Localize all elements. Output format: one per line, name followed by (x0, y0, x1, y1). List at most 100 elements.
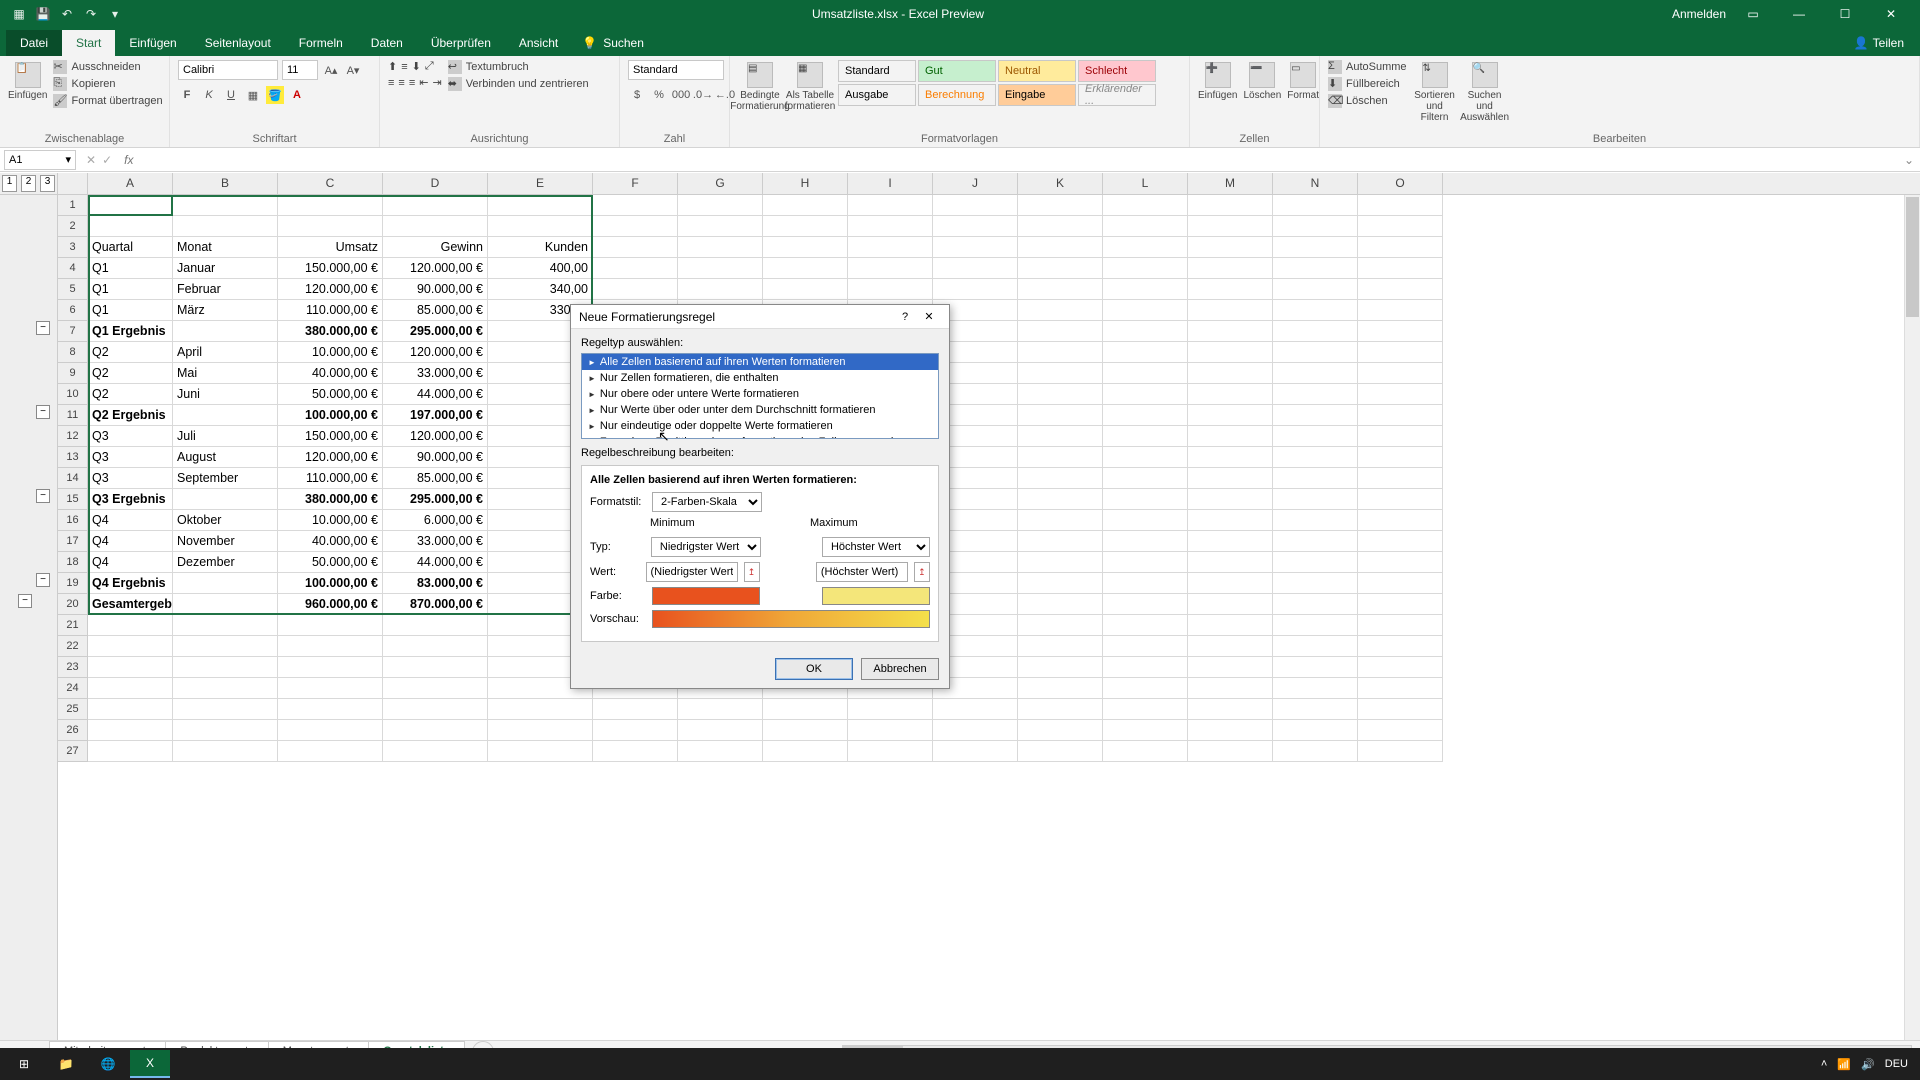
cell[interactable] (763, 741, 848, 762)
align-right-icon[interactable]: ≡ (409, 76, 415, 89)
cancel-button[interactable]: Abbrechen (861, 658, 939, 680)
cell[interactable] (1018, 489, 1103, 510)
cell[interactable] (173, 615, 278, 636)
cell[interactable] (1188, 258, 1273, 279)
cell[interactable]: Q3 (88, 447, 173, 468)
cell[interactable] (173, 741, 278, 762)
accounting-format-icon[interactable]: $ (628, 86, 646, 104)
cell[interactable] (763, 699, 848, 720)
cell[interactable]: Oktober (173, 510, 278, 531)
cell[interactable] (1018, 636, 1103, 657)
cell[interactable] (933, 216, 1018, 237)
increase-indent-icon[interactable]: ⇥ (432, 76, 441, 89)
cell[interactable] (1358, 657, 1443, 678)
cell[interactable]: Q4 Ergebnis (88, 573, 173, 594)
increase-decimal-icon[interactable]: .0→ (694, 86, 712, 104)
outline-collapse-q1[interactable]: − (36, 321, 50, 335)
style-gut[interactable]: Gut (918, 60, 996, 82)
cell[interactable] (88, 636, 173, 657)
cell[interactable] (763, 258, 848, 279)
cell[interactable] (1018, 678, 1103, 699)
format-style-select[interactable]: 2-Farben-Skala (652, 492, 762, 512)
cell[interactable] (173, 489, 278, 510)
cell[interactable] (933, 258, 1018, 279)
max-value-input[interactable] (816, 562, 908, 582)
align-bottom-icon[interactable]: ⬇ (412, 60, 421, 73)
cell[interactable] (1188, 636, 1273, 657)
cell[interactable] (1103, 237, 1188, 258)
cell[interactable]: Monat (173, 237, 278, 258)
cell[interactable]: März (173, 300, 278, 321)
cell[interactable] (933, 195, 1018, 216)
formula-input[interactable] (139, 148, 1898, 171)
cell[interactable] (763, 195, 848, 216)
cell[interactable] (1188, 720, 1273, 741)
cell[interactable]: November (173, 531, 278, 552)
autosum-button[interactable]: ΣAutoSumme (1328, 60, 1407, 74)
cell[interactable] (1103, 741, 1188, 762)
cell[interactable] (88, 720, 173, 741)
start-button[interactable]: ⊞ (4, 1050, 44, 1078)
cell[interactable] (1188, 363, 1273, 384)
cell[interactable] (1273, 510, 1358, 531)
maximize-icon[interactable]: ☐ (1826, 7, 1864, 21)
row-header[interactable]: 5 (58, 279, 88, 300)
cell[interactable] (933, 237, 1018, 258)
outline-level-1[interactable]: 1 (2, 175, 17, 192)
align-center-icon[interactable]: ≡ (398, 76, 404, 89)
outline-collapse-q3[interactable]: − (36, 489, 50, 503)
cell[interactable] (1358, 405, 1443, 426)
tray-chevron-icon[interactable]: ˄ (1821, 1058, 1827, 1070)
cell[interactable]: 150.000,00 € (278, 258, 383, 279)
cell[interactable] (678, 258, 763, 279)
col-header-F[interactable]: F (593, 173, 678, 194)
tray-network-icon[interactable]: 📶 (1837, 1058, 1851, 1071)
cell[interactable]: April (173, 342, 278, 363)
fill-button[interactable]: ⬇Füllbereich (1328, 77, 1407, 91)
tab-home[interactable]: Start (62, 30, 115, 56)
tab-layout[interactable]: Seitenlayout (191, 30, 285, 56)
cell[interactable] (278, 678, 383, 699)
cell[interactable] (1018, 195, 1103, 216)
cell[interactable]: Q1 Ergebnis (88, 321, 173, 342)
cell[interactable] (173, 573, 278, 594)
outline-collapse-total[interactable]: − (18, 594, 32, 608)
rule-type-option[interactable]: Nur eindeutige oder doppelte Werte forma… (582, 418, 938, 434)
border-button[interactable]: ▦ (244, 86, 262, 104)
cell[interactable] (1103, 195, 1188, 216)
cell[interactable] (278, 195, 383, 216)
cell[interactable] (1103, 216, 1188, 237)
cell[interactable] (933, 741, 1018, 762)
cell[interactable] (1273, 405, 1358, 426)
cell[interactable]: 10.000,00 € (278, 510, 383, 531)
increase-font-icon[interactable]: A▴ (322, 61, 340, 79)
cell[interactable]: 44.000,00 € (383, 552, 488, 573)
cell[interactable] (1188, 342, 1273, 363)
cell[interactable] (1018, 300, 1103, 321)
col-header-C[interactable]: C (278, 173, 383, 194)
row-header[interactable]: 23 (58, 657, 88, 678)
cell[interactable] (1018, 468, 1103, 489)
number-format-dropdown[interactable] (628, 60, 724, 80)
cell[interactable]: Gesamtergebnis (88, 594, 173, 615)
cell[interactable] (383, 657, 488, 678)
cell[interactable] (1018, 741, 1103, 762)
outline-level-3[interactable]: 3 (40, 175, 55, 192)
cell[interactable] (488, 720, 593, 741)
cell[interactable] (1188, 279, 1273, 300)
clear-button[interactable]: ⌫Löschen (1328, 94, 1407, 108)
tab-data[interactable]: Daten (357, 30, 417, 56)
row-header[interactable]: 16 (58, 510, 88, 531)
cell[interactable] (1018, 573, 1103, 594)
cell[interactable]: Q2 Ergebnis (88, 405, 173, 426)
cell[interactable] (1273, 279, 1358, 300)
cell[interactable] (1018, 426, 1103, 447)
paste-button[interactable]: 📋Einfügen (8, 60, 47, 101)
cell[interactable]: 400,00 (488, 258, 593, 279)
cell[interactable]: 870.000,00 € (383, 594, 488, 615)
cell[interactable]: Q1 (88, 279, 173, 300)
col-header-O[interactable]: O (1358, 173, 1443, 194)
cell[interactable] (1018, 510, 1103, 531)
cell[interactable] (848, 195, 933, 216)
cell[interactable] (678, 279, 763, 300)
